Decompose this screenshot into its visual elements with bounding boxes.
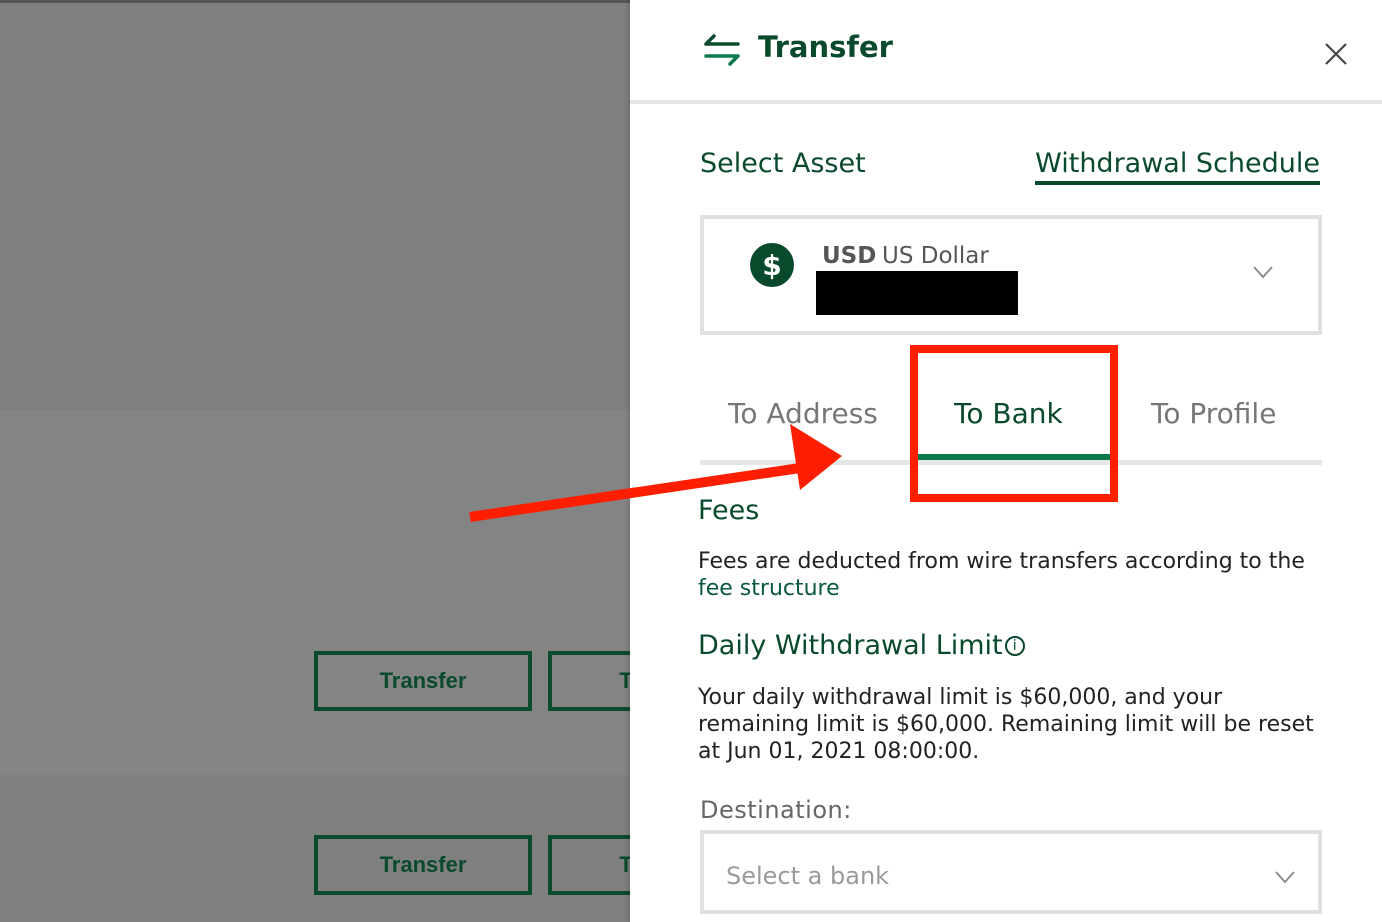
daily-limit-description: Your daily withdrawal limit is $60,000, … <box>698 685 1314 764</box>
chevron-down-icon <box>1275 871 1295 884</box>
transfer-panel: Transfer Select Asset Withdrawal Schedul… <box>630 0 1382 922</box>
info-icon[interactable]: i <box>1004 636 1025 656</box>
annotation-highlight-box <box>910 345 1118 502</box>
fees-text: Fees are deducted from wire transfers ac… <box>698 549 1305 574</box>
daily-limit-title: Daily Withdrawal Limit <box>698 630 1003 661</box>
daily-limit-heading: Daily Withdrawal Limit i <box>698 630 1025 661</box>
destination-label: Destination: <box>700 796 852 824</box>
backdrop-row-band <box>0 410 632 775</box>
page-backdrop[interactable]: Transfer T Transfer T <box>0 0 648 922</box>
panel-header: Transfer <box>630 0 1382 104</box>
select-asset-label: Select Asset <box>700 148 866 179</box>
withdrawal-schedule-link[interactable]: Withdrawal Schedule <box>1035 148 1320 185</box>
destination-label-text: Destination <box>700 796 844 824</box>
fees-heading: Fees <box>698 495 760 526</box>
asset-name: US Dollar <box>882 243 989 269</box>
background-transfer-button: Transfer <box>314 835 532 895</box>
backdrop-top-border <box>0 0 632 3</box>
asset-label-row: Select Asset Withdrawal Schedule <box>700 148 1320 188</box>
tab-to-profile[interactable]: To Profile <box>1151 397 1276 430</box>
bank-dropdown[interactable]: Select a bank <box>700 830 1322 914</box>
asset-code: USD <box>822 243 877 269</box>
fees-description: Fees are deducted from wire transfers ac… <box>698 548 1338 602</box>
fee-structure-link[interactable]: fee structure <box>698 576 840 601</box>
panel-title: Transfer <box>758 30 893 64</box>
asset-dropdown[interactable]: $ USD US Dollar <box>700 215 1322 335</box>
redacted-balance <box>816 271 1018 315</box>
background-transfer-button: Transfer <box>314 651 532 711</box>
chevron-down-icon <box>1253 266 1273 279</box>
close-icon[interactable] <box>1322 40 1350 68</box>
tab-to-address[interactable]: To Address <box>728 397 878 430</box>
bank-placeholder: Select a bank <box>726 862 890 890</box>
dollar-icon: $ <box>750 243 794 287</box>
transfer-arrows-icon <box>704 34 740 66</box>
destination-colon: : <box>843 796 852 824</box>
